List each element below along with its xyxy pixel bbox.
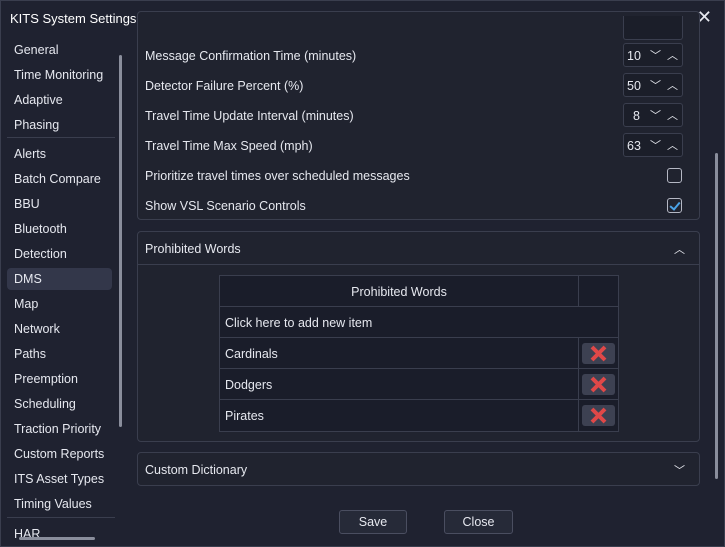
- section-title: Prohibited Words: [145, 242, 241, 256]
- sidebar-vertical-scrollbar[interactable]: [119, 55, 122, 427]
- sidebar-item-map[interactable]: Map: [7, 293, 112, 315]
- sidebar-divider: [7, 137, 115, 138]
- sidebar-item-general[interactable]: General: [7, 39, 112, 61]
- word-cell[interactable]: Pirates: [225, 409, 264, 423]
- sidebar-item-time-monitoring[interactable]: Time Monitoring: [7, 64, 112, 86]
- prohibited-words-section: Prohibited Words ︿ Prohibited Words Clic…: [137, 231, 700, 442]
- stepper-value[interactable]: 63: [627, 139, 641, 153]
- delete-button[interactable]: [582, 374, 615, 395]
- detector-failure-stepper[interactable]: 50 ﹀ ︿: [623, 73, 683, 97]
- prohibited-words-table: Prohibited Words Click here to add new i…: [219, 275, 619, 432]
- close-button[interactable]: Close: [444, 510, 513, 534]
- setting-row-detector-failure: Detector Failure Percent (%) 50 ﹀ ︿: [138, 71, 699, 101]
- dms-settings-panel: Message Confirmation Time (minutes) 10 ﹀…: [137, 11, 700, 220]
- setting-row-message-confirmation: Message Confirmation Time (minutes) 10 ﹀…: [138, 41, 699, 71]
- delete-button[interactable]: [582, 405, 615, 426]
- chevron-up-icon[interactable]: ︿: [667, 107, 678, 123]
- sidebar-item-timing-values[interactable]: Timing Values: [7, 493, 112, 515]
- delete-x-icon: [590, 407, 607, 424]
- column-divider: [578, 276, 579, 306]
- stepper-value[interactable]: 50: [627, 79, 641, 93]
- prioritize-travel-times-checkbox[interactable]: [667, 168, 682, 183]
- setting-row-prioritize-travel-times: Prioritize travel times over scheduled m…: [138, 161, 699, 191]
- save-button[interactable]: Save: [339, 510, 407, 534]
- setting-label: Detector Failure Percent (%): [145, 79, 304, 93]
- column-divider: [578, 338, 579, 368]
- sidebar-item-traction-priority[interactable]: Traction Priority: [7, 418, 112, 440]
- chevron-up-icon[interactable]: ︿: [667, 77, 678, 93]
- chevron-up-icon[interactable]: ︿: [667, 47, 678, 63]
- table-header-row: Prohibited Words: [220, 276, 618, 307]
- column-divider: [578, 369, 579, 399]
- main-vertical-scrollbar[interactable]: [715, 153, 718, 479]
- settings-window: KITS System Settings ✕ General Time Moni…: [0, 0, 725, 547]
- setting-label: Prioritize travel times over scheduled m…: [145, 169, 410, 183]
- sidebar-horizontal-scrollbar[interactable]: [19, 537, 95, 540]
- stepper-value[interactable]: 8: [633, 109, 640, 123]
- sidebar-item-phasing[interactable]: Phasing: [7, 114, 112, 136]
- chevron-up-icon[interactable]: ︿: [667, 137, 678, 153]
- column-header: Prohibited Words: [351, 285, 447, 299]
- word-cell[interactable]: Dodgers: [225, 378, 272, 392]
- sidebar-item-alerts[interactable]: Alerts: [7, 143, 112, 165]
- setting-label: Message Confirmation Time (minutes): [145, 49, 357, 63]
- custom-dictionary-section[interactable]: Custom Dictionary ﹀: [137, 452, 700, 486]
- word-cell[interactable]: Cardinals: [225, 347, 278, 361]
- table-row[interactable]: Pirates: [220, 400, 618, 431]
- setting-row-travel-time-max-speed: Travel Time Max Speed (mph) 63 ﹀ ︿: [138, 131, 699, 161]
- chevron-up-icon[interactable]: ︿: [674, 241, 685, 257]
- delete-x-icon: [590, 345, 607, 362]
- table-row[interactable]: Dodgers: [220, 369, 618, 400]
- prohibited-words-header[interactable]: Prohibited Words ︿: [138, 232, 699, 265]
- add-new-item-text[interactable]: Click here to add new item: [225, 316, 372, 330]
- settings-sidebar: General Time Monitoring Adaptive Phasing…: [5, 37, 123, 541]
- setting-row-travel-time-interval: Travel Time Update Interval (minutes) 8 …: [138, 101, 699, 131]
- sidebar-item-dms[interactable]: DMS: [7, 268, 112, 290]
- column-divider: [578, 400, 579, 431]
- travel-time-interval-stepper[interactable]: 8 ﹀ ︿: [623, 103, 683, 127]
- sidebar-item-custom-reports[interactable]: Custom Reports: [7, 443, 112, 465]
- sidebar-item-bbu[interactable]: BBU: [7, 193, 112, 215]
- sidebar-item-detection[interactable]: Detection: [7, 243, 112, 265]
- sidebar-item-batch-compare[interactable]: Batch Compare: [7, 168, 112, 190]
- chevron-down-icon[interactable]: ﹀: [650, 137, 661, 153]
- setting-label: Travel Time Update Interval (minutes): [145, 109, 354, 123]
- setting-label: Show VSL Scenario Controls: [145, 199, 306, 213]
- sidebar-item-adaptive[interactable]: Adaptive: [7, 89, 112, 111]
- custom-dictionary-header[interactable]: Custom Dictionary ﹀: [138, 453, 699, 486]
- chevron-down-icon[interactable]: ﹀: [650, 77, 661, 93]
- chevron-down-icon[interactable]: ﹀: [650, 47, 661, 63]
- partial-stepper-above[interactable]: [623, 16, 683, 40]
- add-new-item-row[interactable]: Click here to add new item: [220, 307, 618, 338]
- sidebar-item-scheduling[interactable]: Scheduling: [7, 393, 112, 415]
- message-confirmation-stepper[interactable]: 10 ﹀ ︿: [623, 43, 683, 67]
- chevron-down-icon[interactable]: ﹀: [674, 462, 685, 478]
- sidebar-item-its-asset-types[interactable]: ITS Asset Types: [7, 468, 112, 490]
- show-vsl-checkbox[interactable]: [667, 198, 682, 213]
- delete-button[interactable]: [582, 343, 615, 364]
- stepper-value[interactable]: 10: [627, 49, 641, 63]
- chevron-down-icon[interactable]: ﹀: [650, 107, 661, 123]
- window-title: KITS System Settings: [10, 11, 137, 26]
- sidebar-item-network[interactable]: Network: [7, 318, 112, 340]
- sidebar-item-preemption[interactable]: Preemption: [7, 368, 112, 390]
- sidebar-item-bluetooth[interactable]: Bluetooth: [7, 218, 112, 240]
- travel-time-max-speed-stepper[interactable]: 63 ﹀ ︿: [623, 133, 683, 157]
- setting-label: Travel Time Max Speed (mph): [145, 139, 313, 153]
- setting-row-show-vsl: Show VSL Scenario Controls: [138, 191, 699, 221]
- table-row[interactable]: Cardinals: [220, 338, 618, 369]
- sidebar-item-paths[interactable]: Paths: [7, 343, 112, 365]
- sidebar-divider: [7, 517, 115, 518]
- delete-x-icon: [590, 376, 607, 393]
- section-title: Custom Dictionary: [145, 463, 248, 477]
